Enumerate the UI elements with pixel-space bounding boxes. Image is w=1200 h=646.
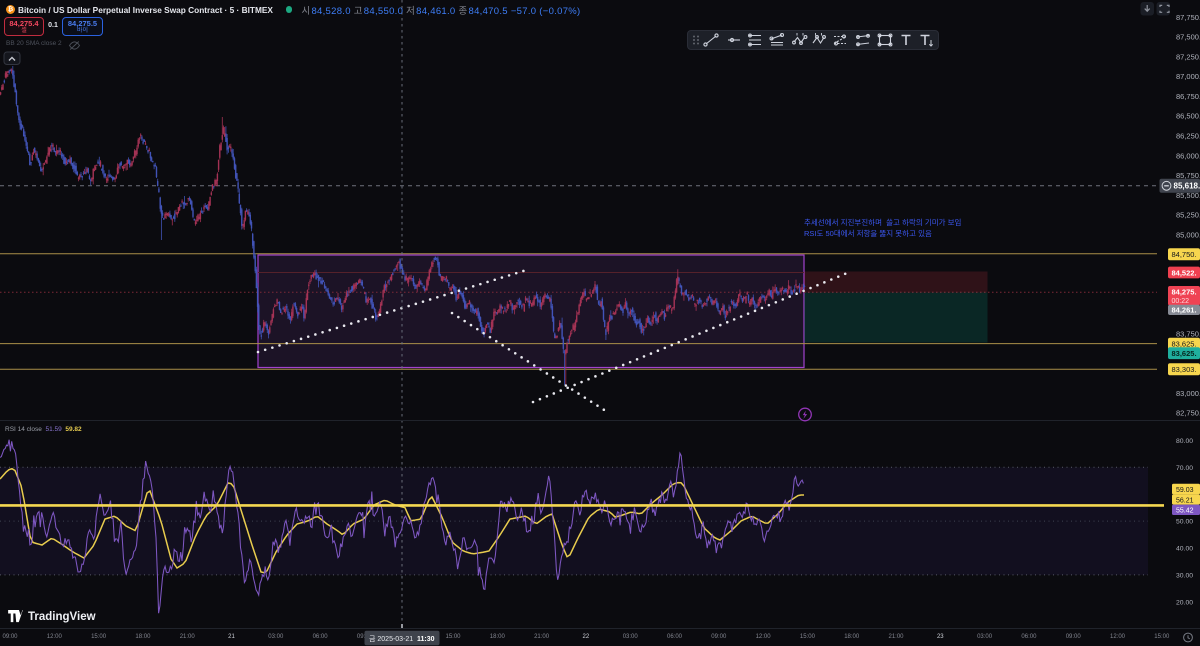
svg-text:15:00: 15:00 (91, 634, 107, 640)
svg-text:03:00: 03:00 (977, 634, 993, 640)
svg-text:87,250.0: 87,250.0 (1176, 52, 1200, 61)
svg-text:06:00: 06:00 (667, 634, 683, 640)
svg-text:87,000.0: 87,000.0 (1176, 72, 1200, 81)
svg-text:50.00: 50.00 (1176, 519, 1193, 526)
svg-text:40.00: 40.00 (1176, 546, 1193, 553)
svg-text:30.00: 30.00 (1176, 573, 1193, 580)
svg-text:84,750.: 84,750. (1172, 250, 1197, 259)
svg-text:83,303.: 83,303. (1172, 365, 1197, 374)
svg-text:86,750.0: 86,750.0 (1176, 92, 1200, 101)
svg-text:83,625.: 83,625. (1172, 349, 1197, 358)
svg-text:03:00: 03:00 (623, 634, 639, 640)
svg-text:86,250.0: 86,250.0 (1176, 132, 1200, 141)
svg-text:18:00: 18:00 (844, 634, 860, 640)
svg-text:85,750.0: 85,750.0 (1176, 171, 1200, 180)
svg-text:금 2025-03-21: 금 2025-03-21 (369, 635, 413, 643)
svg-text:15:00: 15:00 (800, 634, 816, 640)
svg-text:80.00: 80.00 (1176, 438, 1193, 445)
svg-text:56.21: 56.21 (1176, 497, 1194, 504)
svg-text:85,618.: 85,618. (1174, 182, 1200, 191)
svg-text:20.00: 20.00 (1176, 599, 1193, 606)
svg-text:06:00: 06:00 (1021, 634, 1037, 640)
svg-text:12:00: 12:00 (1110, 634, 1126, 640)
svg-text:09:00: 09:00 (1066, 634, 1082, 640)
svg-text:15:00: 15:00 (1154, 634, 1170, 640)
svg-text:59.03: 59.03 (1176, 487, 1194, 494)
svg-text:84,522.: 84,522. (1172, 268, 1197, 277)
svg-text:84,261.: 84,261. (1172, 306, 1197, 315)
svg-text:11:30: 11:30 (417, 636, 435, 643)
svg-text:15:00: 15:00 (445, 634, 461, 640)
svg-text:85,250.0: 85,250.0 (1176, 211, 1200, 220)
svg-text:87,500.0: 87,500.0 (1176, 33, 1200, 42)
svg-text:86,000.0: 86,000.0 (1176, 151, 1200, 160)
svg-text:12:00: 12:00 (756, 634, 772, 640)
svg-text:18:00: 18:00 (135, 634, 151, 640)
svg-text:03:00: 03:00 (268, 634, 284, 640)
svg-text:86,500.0: 86,500.0 (1176, 112, 1200, 121)
svg-text:82,750.0: 82,750.0 (1176, 409, 1200, 418)
svg-text:21:00: 21:00 (180, 634, 196, 640)
svg-text:21:00: 21:00 (888, 634, 904, 640)
svg-text:55.42: 55.42 (1176, 508, 1194, 515)
svg-text:22: 22 (583, 634, 590, 640)
svg-text:00:22: 00:22 (1172, 298, 1190, 305)
svg-text:70.00: 70.00 (1176, 465, 1193, 472)
svg-text:83,000.0: 83,000.0 (1176, 389, 1200, 398)
svg-text:09:00: 09:00 (711, 634, 727, 640)
svg-text:18:00: 18:00 (490, 634, 506, 640)
svg-text:85,000.0: 85,000.0 (1176, 231, 1200, 240)
svg-text:09:00: 09:00 (2, 634, 18, 640)
svg-text:12:00: 12:00 (47, 634, 63, 640)
svg-text:83,750.0: 83,750.0 (1176, 329, 1200, 338)
svg-text:21: 21 (228, 634, 235, 640)
svg-text:84,275.: 84,275. (1172, 287, 1197, 296)
svg-text:23: 23 (937, 634, 944, 640)
svg-text:87,750.0: 87,750.0 (1176, 13, 1200, 22)
svg-text:06:00: 06:00 (313, 634, 329, 640)
svg-text:21:00: 21:00 (534, 634, 550, 640)
